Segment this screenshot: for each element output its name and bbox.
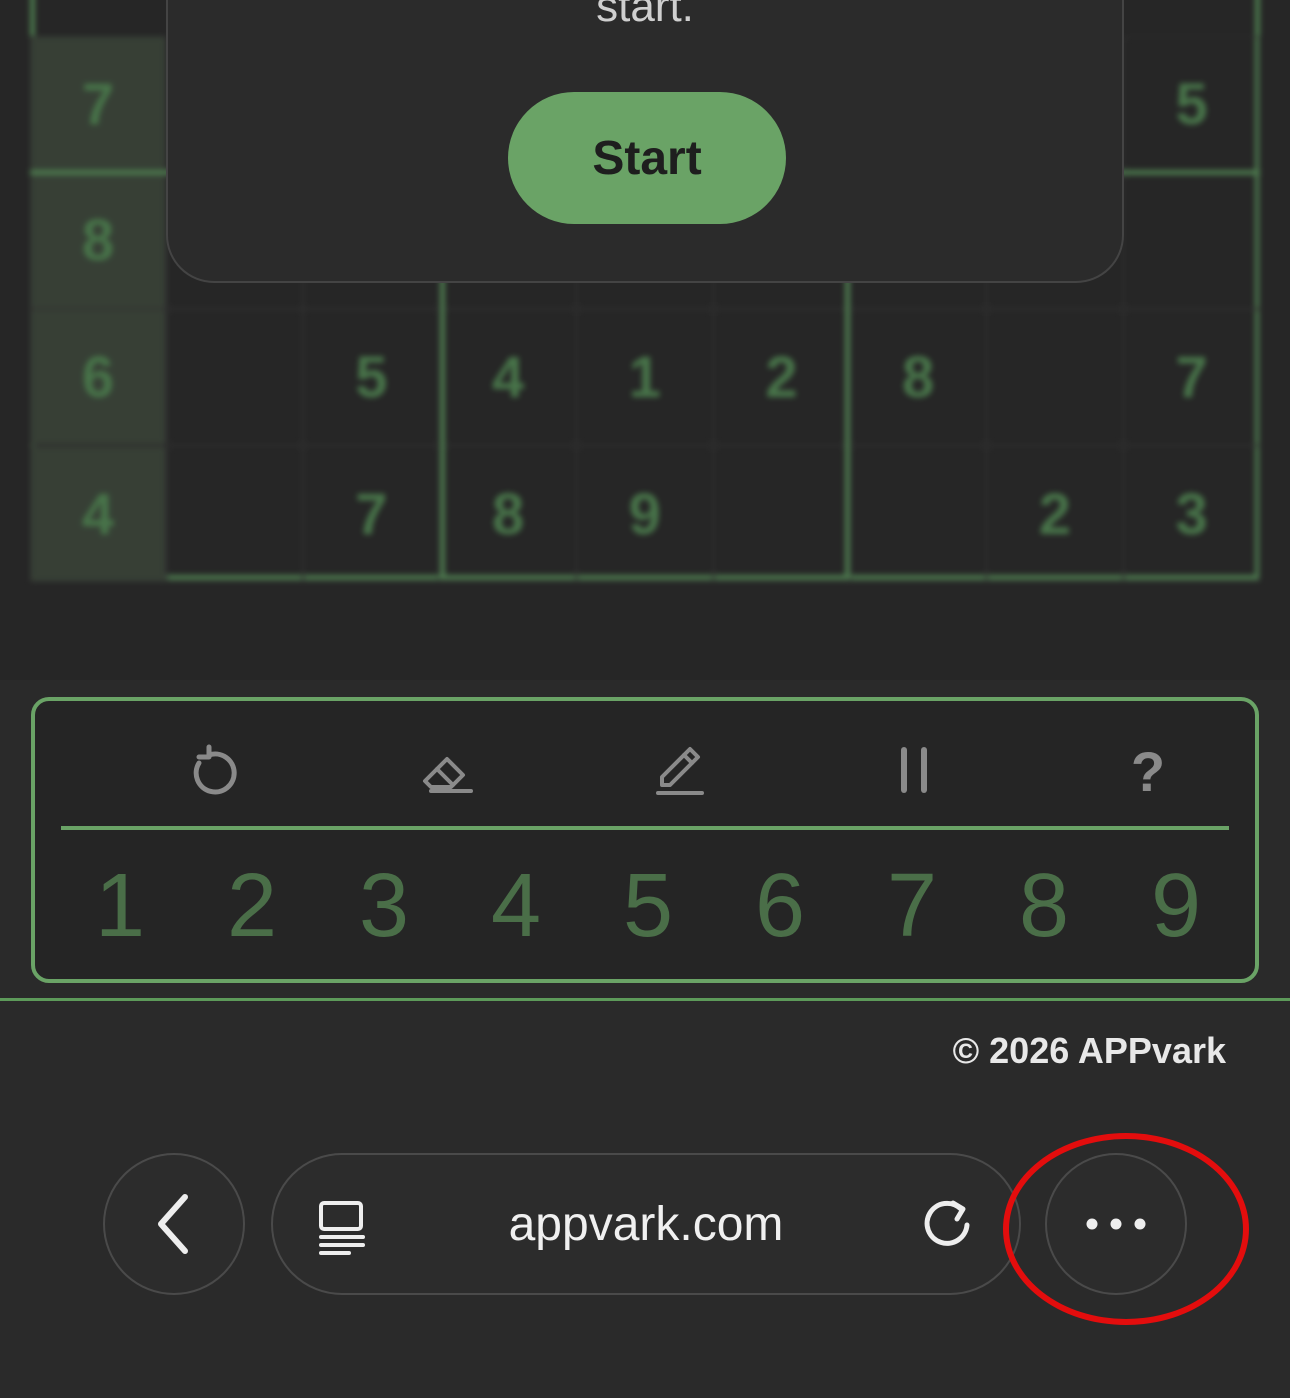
number-pad: 123456789 [35,851,1255,961]
number-button-6[interactable]: 6 [730,851,830,961]
board-cell: 6 [30,309,166,446]
reload-icon[interactable] [917,1195,977,1255]
board-cell [850,446,987,583]
board-cell [986,309,1123,446]
pause-icon[interactable] [874,731,954,811]
board-cell: 5 [303,309,440,446]
panel-divider [61,826,1229,830]
url-text: appvark.com [508,1198,784,1251]
board-cell: 3 [1123,446,1260,583]
board-cell: 8 [850,309,987,446]
board-cell [1123,172,1260,309]
board-cell: 5 [1123,36,1260,172]
undo-icon[interactable] [173,731,253,811]
back-button[interactable] [103,1153,245,1295]
chevron-left-icon [158,1194,188,1254]
copyright-text: © 2026 APPvark [952,1030,1226,1071]
board-cell [713,446,850,583]
number-button-7[interactable]: 7 [862,851,962,961]
number-button-5[interactable]: 5 [598,851,698,961]
number-button-9[interactable]: 9 [1126,851,1226,961]
start-button[interactable]: Start [508,92,786,224]
board-cell [166,446,303,583]
board-cell: 9 [576,446,713,583]
board-cell: 4 [440,309,577,446]
board-cell: 4 [30,446,166,583]
modal-text: start. [596,0,694,31]
board-cell: 8 [30,172,166,309]
board-cell: 2 [986,446,1123,583]
board-cell: 1 [576,309,713,446]
number-button-1[interactable]: 1 [70,851,170,961]
control-panel: ? 123456789 [31,697,1259,983]
start-modal: start. Start [166,0,1124,283]
eraser-icon[interactable] [407,731,487,811]
address-bar[interactable]: appvark.com [271,1153,1021,1295]
board-cell: 7 [30,36,166,172]
annotation-circle [1003,1133,1249,1325]
number-button-3[interactable]: 3 [334,851,434,961]
pencil-icon[interactable] [640,731,720,811]
board-cell [166,309,303,446]
board-cell: 7 [1123,309,1260,446]
board-cell: 8 [440,446,577,583]
board-cell: 2 [713,309,850,446]
page-separator [0,998,1290,1001]
hint-button[interactable]: ? [1108,731,1188,811]
board-cell: 7 [303,446,440,583]
number-button-4[interactable]: 4 [466,851,566,961]
number-button-2[interactable]: 2 [202,851,302,961]
number-button-8[interactable]: 8 [994,851,1094,961]
tool-row: ? [35,731,1255,811]
